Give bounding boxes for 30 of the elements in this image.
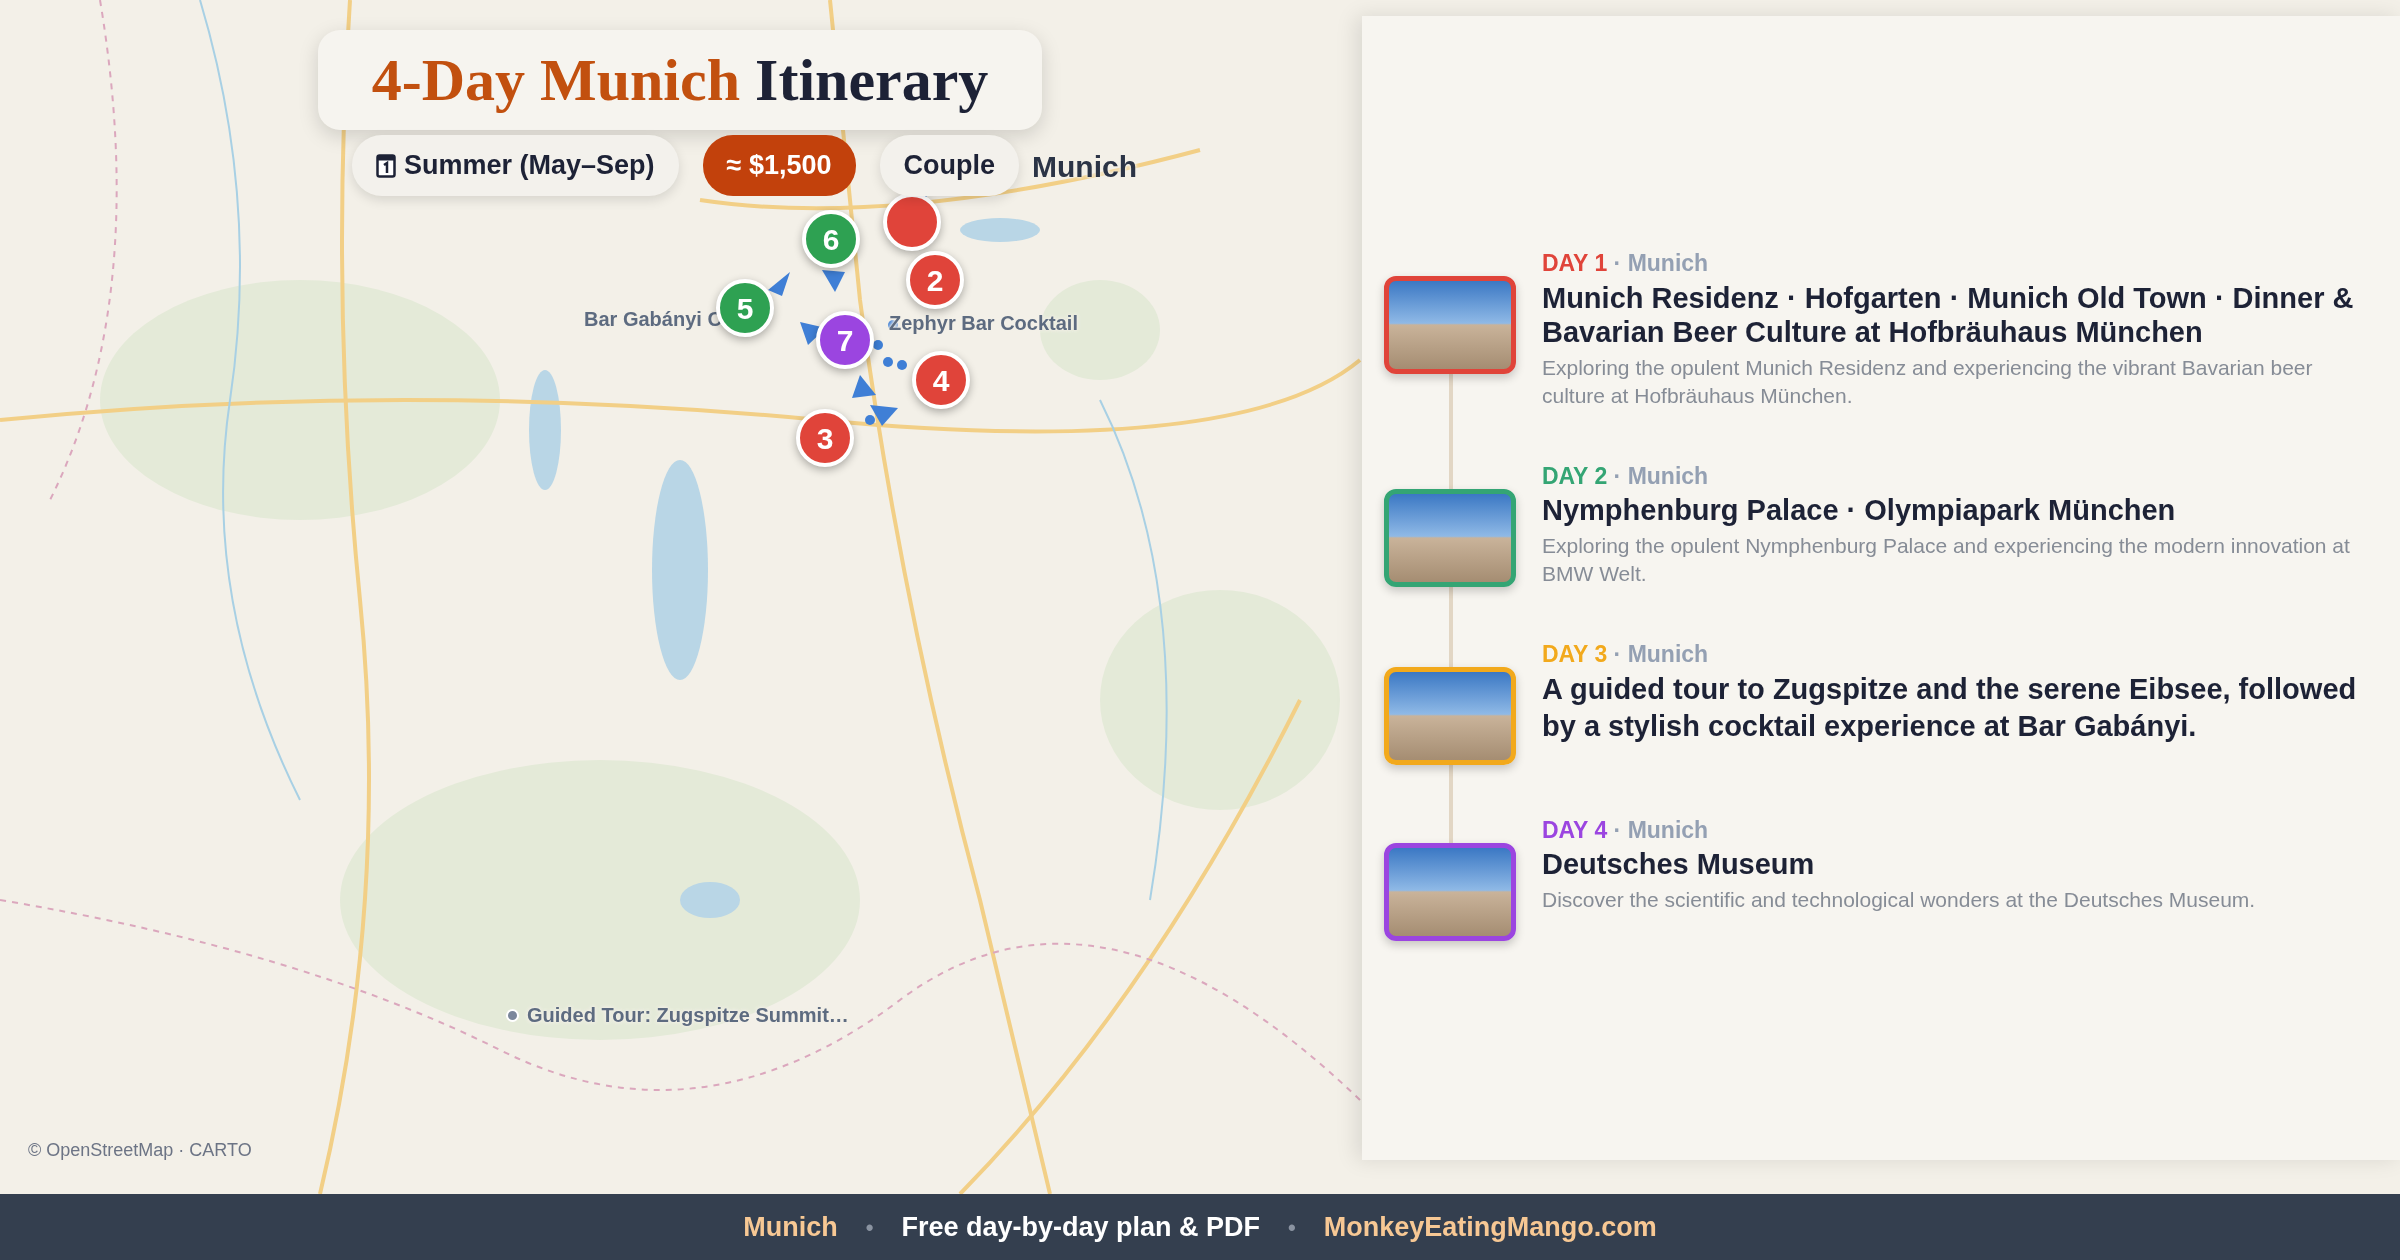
day-title: A guided tour to Zugspitze and the serene Eibsee, followed by a stylish cocktail experience at Bar Gabányi. [1542,672,2358,744]
map-attribution: © OpenStreetMap · CARTO [28,1139,252,1162]
separator-dot: • [865,1213,874,1242]
day-description: Discover the scientific and technological wonders at the Deutsches Museum. [1542,887,2256,914]
calendar-icon [376,152,396,179]
price-chip: ≈ $1,500 [702,135,856,196]
map-marker[interactable]: 6 [802,210,860,268]
travelers-chip: Couple [879,135,1019,196]
day-description: Exploring the opulent Nymphenburg Palace and experiencing the modern innovation at BMW Welt. [1542,533,2351,588]
day-label: DAY 1 · Munich [1542,249,1710,278]
page-title: 4-Day Munich Itinerary [371,46,989,115]
footer-highlight: Munich [743,1210,838,1244]
day-title: Nymphenburg Palace · Olympiapark München [1542,493,2177,529]
map-marker[interactable]: 2 [906,251,964,309]
day-title: Munich Residenz · Hofgarten · Munich Old Town · Dinner & Bavarian Beer Culture at Hofbräuhaus München [1542,280,2355,351]
footer-highlight: MonkeyEatingMango.com [1323,1210,1657,1244]
day-label: DAY 4 · Munich [1542,815,1710,845]
footer-text: Free day-by-day plan & PDF [901,1210,1261,1244]
day-title: Deutsches Museum [1542,847,1816,883]
day-label: DAY 2 · Munich [1542,461,1710,491]
day-label: DAY 3 · Munich [1542,639,1710,669]
city-label: Munich [1032,148,1137,185]
day-description: Exploring the opulent Munich Residenz and experiencing the vibrant Bavarian beer culture at Hofbräuhaus München. [1542,355,2314,410]
separator-dot: • [1288,1213,1296,1242]
map-marker[interactable]: 4 [912,351,970,409]
map-label: Guided Tour: Zugspitze Summit… [527,1003,849,1028]
map-marker[interactable]: 3 [796,409,854,467]
map-marker[interactable] [883,193,941,251]
season-chip: Summer (May–Sep) [352,135,679,196]
map-marker[interactable]: 7 [816,311,874,369]
